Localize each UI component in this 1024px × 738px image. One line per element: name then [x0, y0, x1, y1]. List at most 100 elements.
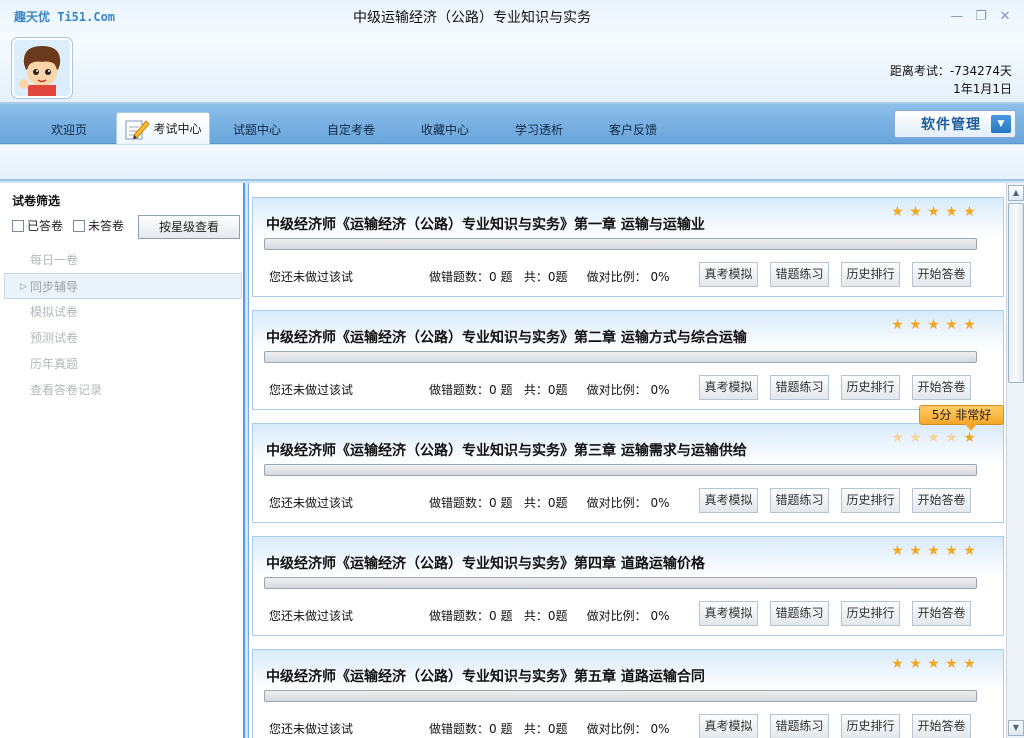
scroll-thumb[interactable]	[1008, 203, 1024, 383]
progress-bar	[264, 690, 977, 702]
notepad-pencil-icon	[125, 119, 151, 139]
cartoon-boy-icon	[14, 40, 70, 96]
star-icon[interactable]: ★	[926, 318, 941, 332]
start-answer-button[interactable]: 开始答卷	[912, 262, 971, 287]
progress-bar	[264, 577, 977, 589]
rating-tooltip: 5分 非常好	[919, 405, 1004, 431]
total-count: 共：0题	[523, 270, 568, 284]
star-icon[interactable]: ★	[908, 544, 923, 558]
star-icon[interactable]: ★	[890, 205, 905, 219]
star-icon[interactable]: ★	[944, 318, 959, 332]
history-rank-button[interactable]: 历史排行	[841, 375, 900, 400]
sidebar-item-answer-records[interactable]: 查看答卷记录	[4, 377, 242, 403]
star-icon[interactable]: ★	[962, 657, 977, 671]
minimize-icon[interactable]: —	[950, 10, 964, 24]
star-icon[interactable]: ★	[926, 431, 941, 445]
paper-list: 中级经济师《运输经济（公路）专业知识与实务》第一章 运输与运输业 ★ ★ ★ ★ ★ 您…	[248, 183, 1006, 738]
star-icon[interactable]: ★	[962, 205, 977, 219]
title-header: 趣天优 Ti51.Com 中级运输经济（公路）专业知识与实务 — ❐ ✕ 距离考…	[0, 0, 1024, 104]
star-icon[interactable]: ★	[908, 205, 923, 219]
real-exam-sim-button[interactable]: 真考模拟	[699, 488, 758, 513]
real-exam-sim-button[interactable]: 真考模拟	[699, 262, 758, 287]
wrong-practice-button[interactable]: 错题练习	[770, 488, 829, 513]
wrong-practice-button[interactable]: 错题练习	[770, 601, 829, 626]
star-icon[interactable]: ★	[926, 205, 941, 219]
software-manage-button[interactable]: 软件管理 ▼	[894, 110, 1016, 138]
star-icon[interactable]: ★	[890, 657, 905, 671]
star-rating: ★ ★ ★ ★ ★	[890, 544, 977, 558]
star-icon[interactable]: ★	[962, 431, 977, 445]
start-answer-button[interactable]: 开始答卷	[912, 488, 971, 513]
window-controls: — ❐ ✕	[950, 10, 1012, 24]
star-icon[interactable]: ★	[890, 544, 905, 558]
vertical-scrollbar[interactable]: ▲ ▼	[1006, 183, 1024, 738]
star-icon[interactable]: ★	[944, 544, 959, 558]
paper-card: 中级经济师《运输经济（公路）专业知识与实务》第四章 道路运输价格 ★ ★ ★ ★ ★ 您…	[252, 536, 1004, 636]
view-by-stars-button[interactable]: 按星级查看	[138, 215, 240, 239]
correct-ratio: 做对比例： 0%	[586, 383, 670, 397]
history-rank-button[interactable]: 历史排行	[841, 262, 900, 287]
start-answer-button[interactable]: 开始答卷	[912, 601, 971, 626]
total-count: 共：0题	[523, 722, 568, 736]
answered-checkbox[interactable]: 已答卷	[12, 217, 63, 234]
tab-favorites[interactable]: 收藏中心	[398, 112, 492, 144]
history-rank-button[interactable]: 历史排行	[841, 488, 900, 513]
software-manage-label: 软件管理	[921, 117, 981, 133]
unanswered-checkbox[interactable]: 未答卷	[73, 217, 124, 234]
star-icon[interactable]: ★	[944, 431, 959, 445]
star-icon[interactable]: ★	[890, 318, 905, 332]
start-answer-button[interactable]: 开始答卷	[912, 375, 971, 400]
paper-card: 中级经济师《运输经济（公路）专业知识与实务》第五章 道路运输合同 ★ ★ ★ ★ ★ 您…	[252, 649, 1004, 738]
tab-question-center[interactable]: 试题中心	[210, 112, 304, 144]
checkbox-box[interactable]	[73, 219, 86, 232]
start-answer-button[interactable]: 开始答卷	[912, 714, 971, 738]
tab-welcome[interactable]: 欢迎页	[22, 112, 116, 144]
total-count: 共：0题	[523, 496, 568, 510]
star-icon[interactable]: ★	[944, 205, 959, 219]
paper-status: 您还未做过该试	[269, 722, 354, 736]
wrong-practice-button[interactable]: 错题练习	[770, 262, 829, 287]
real-exam-sim-button[interactable]: 真考模拟	[699, 601, 758, 626]
sidebar-title: 试卷筛选	[12, 194, 61, 208]
star-icon[interactable]: ★	[962, 318, 977, 332]
close-icon[interactable]: ✕	[998, 10, 1012, 24]
star-icon[interactable]: ★	[926, 544, 941, 558]
avatar[interactable]	[12, 38, 72, 98]
paper-title: 中级经济师《运输经济（公路）专业知识与实务》第二章 运输方式与综合运输	[266, 330, 747, 346]
sidebar-item-sync-guide[interactable]: 同步辅导	[4, 273, 242, 300]
tab-exam-center[interactable]: 考试中心	[116, 112, 210, 144]
main-nav: 欢迎页 考试中心 试题中心 自定考卷 收藏中心 学习透析 客户反馈 软件管理 ▼	[0, 104, 1024, 144]
wrong-count: 做错题数：0 题	[429, 722, 513, 736]
star-icon[interactable]: ★	[908, 431, 923, 445]
sidebar-item-predict[interactable]: 预测试卷	[4, 325, 242, 351]
history-rank-button[interactable]: 历史排行	[841, 601, 900, 626]
wrong-practice-button[interactable]: 错题练习	[770, 714, 829, 738]
correct-ratio: 做对比例： 0%	[586, 270, 670, 284]
star-icon[interactable]: ★	[926, 657, 941, 671]
star-icon[interactable]: ★	[908, 657, 923, 671]
scroll-down-icon[interactable]: ▼	[1008, 720, 1024, 736]
restore-icon[interactable]: ❐	[974, 10, 988, 24]
total-count: 共：0题	[523, 383, 568, 397]
tab-study-analysis[interactable]: 学习透析	[492, 112, 586, 144]
real-exam-sim-button[interactable]: 真考模拟	[699, 375, 758, 400]
wrong-practice-button[interactable]: 错题练习	[770, 375, 829, 400]
tab-feedback[interactable]: 客户反馈	[586, 112, 680, 144]
paper-actions: 真考模拟 错题练习 历史排行 开始答卷	[699, 714, 971, 738]
star-icon[interactable]: ★	[944, 657, 959, 671]
progress-bar	[264, 464, 977, 476]
history-rank-button[interactable]: 历史排行	[841, 714, 900, 738]
scroll-up-icon[interactable]: ▲	[1008, 185, 1024, 201]
real-exam-sim-button[interactable]: 真考模拟	[699, 714, 758, 738]
sidebar-item-past-exams[interactable]: 历年真题	[4, 351, 242, 377]
paper-card: 中级经济师《运输经济（公路）专业知识与实务》第二章 运输方式与综合运输 ★ ★ ★ ★…	[252, 310, 1004, 410]
checkbox-box[interactable]	[12, 219, 24, 232]
star-icon[interactable]: ★	[908, 318, 923, 332]
star-icon[interactable]: ★	[890, 431, 905, 445]
star-icon[interactable]: ★	[962, 544, 977, 558]
sidebar-item-mock[interactable]: 模拟试卷	[4, 299, 242, 325]
unanswered-label: 未答卷	[88, 219, 125, 233]
nav-tabs: 欢迎页 考试中心 试题中心 自定考卷 收藏中心 学习透析 客户反馈	[22, 112, 680, 144]
sidebar-item-daily[interactable]: 每日一卷	[4, 247, 242, 273]
tab-custom-paper[interactable]: 自定考卷	[304, 112, 398, 144]
